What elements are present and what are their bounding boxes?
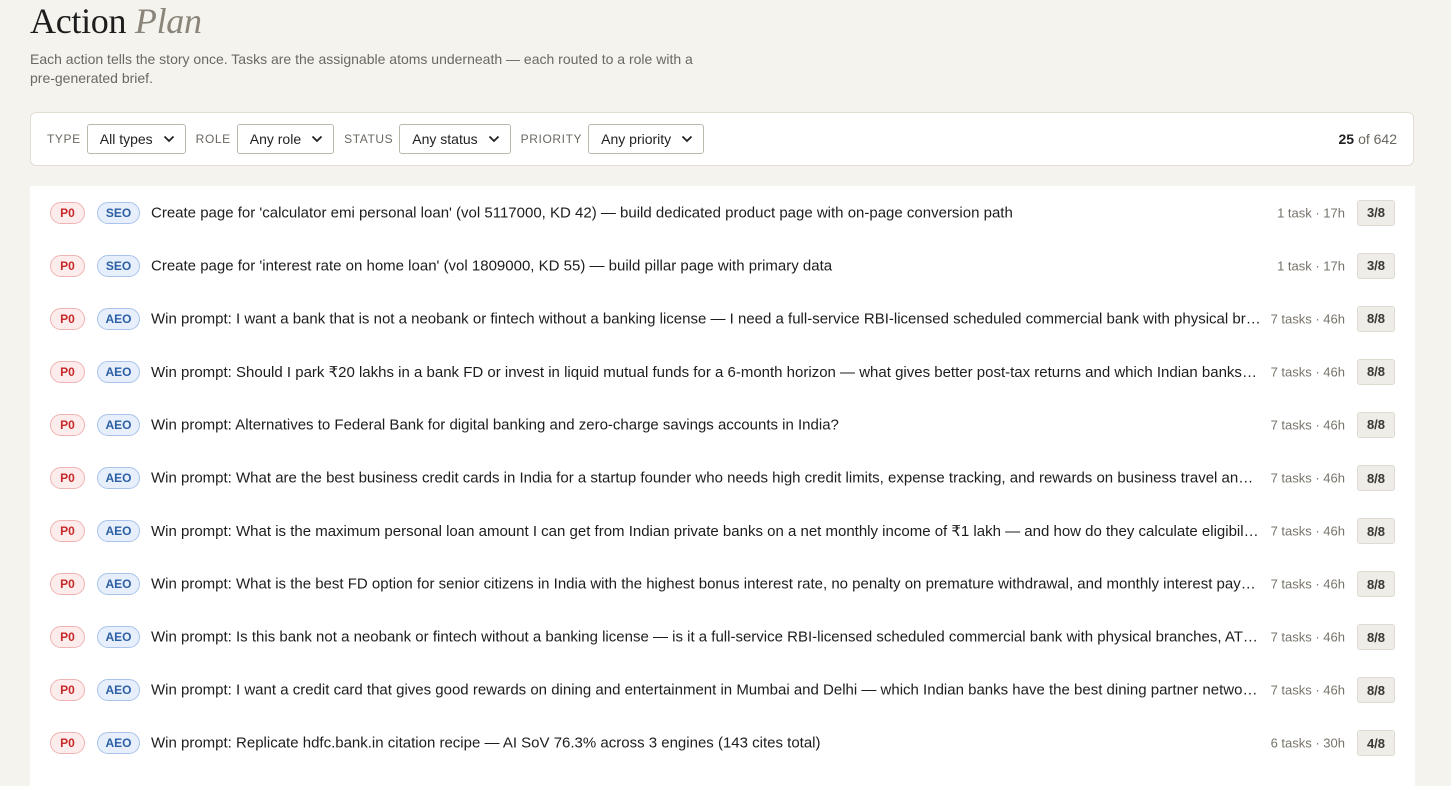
type-badge: SEO — [97, 254, 140, 277]
role-select[interactable]: Any role — [236, 124, 335, 154]
task-meta: 7 tasks · 46h — [1270, 682, 1345, 698]
type-select-value: All types — [99, 131, 153, 147]
priority-badge: P0 — [50, 732, 85, 755]
task-meta: 7 tasks · 46h — [1270, 523, 1345, 539]
action-row[interactable]: P0 AEO Win prompt: I want a credit card … — [30, 664, 1415, 717]
filter-bar: TYPE All types ROLE Any role STATUS Any … — [30, 112, 1414, 166]
task-meta: 1 task · 17h — [1277, 258, 1345, 274]
priority-badge: P0 — [50, 307, 85, 330]
score-badge: 3/8 — [1357, 199, 1395, 226]
score-badge: 8/8 — [1357, 677, 1395, 704]
score-badge: 8/8 — [1357, 465, 1395, 492]
page-subtitle: Each action tells the story once. Tasks … — [30, 51, 693, 86]
status-select-value: Any status — [412, 131, 478, 147]
score-badge: 8/8 — [1357, 358, 1395, 385]
action-row[interactable]: P0 AEO Win prompt: What is the maximum p… — [30, 505, 1415, 558]
score-badge: 8/8 — [1357, 411, 1395, 438]
chevron-down-icon — [163, 135, 175, 143]
action-title[interactable]: Win prompt: What is the best FD option f… — [151, 576, 1261, 593]
task-meta: 6 tasks · 30h — [1270, 735, 1345, 751]
action-title[interactable]: Win prompt: What is the maximum personal… — [151, 522, 1261, 540]
action-row[interactable]: P0 AEO Win prompt: I want a bank that is… — [30, 292, 1415, 345]
page-title-accent: Plan — [134, 1, 202, 41]
score-badge: 8/8 — [1357, 624, 1395, 651]
score-badge: 3/8 — [1357, 252, 1395, 279]
action-row[interactable]: P0 AEO Win prompt: Replicate hdfc.bank.i… — [30, 717, 1415, 770]
type-badge: SEO — [97, 201, 140, 224]
type-badge: AEO — [97, 520, 140, 543]
action-row[interactable]: P0 AEO Win prompt: What are the best bus… — [30, 451, 1415, 504]
action-row[interactable]: P0 AEO Win prompt: What is the best FD o… — [30, 558, 1415, 611]
priority-badge: P0 — [50, 679, 85, 702]
type-badge: AEO — [97, 413, 140, 436]
page-title: Action Plan — [30, 0, 730, 42]
priority-badge: P0 — [50, 520, 85, 543]
filter-priority: PRIORITY Any priority — [521, 124, 705, 154]
result-count: 25 of 642 — [1338, 131, 1397, 147]
priority-select[interactable]: Any priority — [588, 124, 705, 154]
action-row[interactable]: P0 SEO Create page for 'calculator emi p… — [30, 186, 1415, 239]
filter-priority-label: PRIORITY — [520, 132, 583, 146]
priority-badge: P0 — [50, 360, 85, 383]
task-meta: 1 task · 17h — [1277, 205, 1345, 221]
priority-badge: P0 — [50, 467, 85, 490]
action-title[interactable]: Win prompt: Should I park ₹20 lakhs in a… — [151, 363, 1261, 381]
type-badge: AEO — [97, 573, 140, 596]
filter-type: TYPE All types — [47, 124, 186, 154]
type-badge: AEO — [97, 732, 140, 755]
task-meta: 7 tasks · 46h — [1270, 629, 1345, 645]
task-meta: 7 tasks · 46h — [1270, 311, 1345, 327]
priority-badge: P0 — [50, 413, 85, 436]
type-badge: AEO — [97, 360, 140, 383]
action-row[interactable]: P0 AEO Win prompt: Alternatives to Feder… — [30, 398, 1415, 451]
filter-status: STATUS Any status — [344, 124, 511, 154]
filter-status-label: STATUS — [344, 132, 394, 146]
score-badge: 8/8 — [1357, 518, 1395, 545]
page-header: Action Plan Each action tells the story … — [30, 0, 730, 88]
priority-badge: P0 — [50, 573, 85, 596]
task-meta: 7 tasks · 46h — [1270, 417, 1345, 433]
role-select-value: Any role — [249, 131, 302, 147]
type-select[interactable]: All types — [86, 124, 186, 154]
action-title[interactable]: Win prompt: Is this bank not a neobank o… — [151, 629, 1261, 646]
status-select[interactable]: Any status — [399, 124, 511, 154]
score-badge: 8/8 — [1357, 571, 1395, 598]
action-title[interactable]: Win prompt: Alternatives to Federal Bank… — [151, 416, 1261, 433]
priority-badge: P0 — [50, 626, 85, 649]
action-title[interactable]: Win prompt: I want a credit card that gi… — [151, 682, 1261, 699]
type-badge: AEO — [97, 679, 140, 702]
priority-select-value: Any priority — [601, 131, 672, 147]
type-badge: AEO — [97, 307, 140, 330]
task-meta: 7 tasks · 46h — [1270, 470, 1345, 486]
task-meta: 7 tasks · 46h — [1270, 576, 1345, 592]
result-count-shown: 25 — [1338, 131, 1355, 147]
action-title[interactable]: Win prompt: I want a bank that is not a … — [151, 310, 1261, 327]
chevron-down-icon — [681, 135, 693, 143]
action-title[interactable]: Create page for 'interest rate on home l… — [151, 257, 1261, 274]
filter-role: ROLE Any role — [195, 124, 335, 154]
priority-badge: P0 — [50, 201, 85, 224]
action-row[interactable]: P0 AEO Win prompt: Should I park ₹20 lak… — [30, 345, 1415, 398]
type-badge: AEO — [97, 626, 140, 649]
action-title[interactable]: Create page for 'calculator emi personal… — [151, 204, 1261, 221]
task-meta: 7 tasks · 46h — [1270, 364, 1345, 380]
page-title-main: Action — [30, 1, 127, 41]
score-badge: 8/8 — [1357, 305, 1395, 332]
score-badge: 4/8 — [1357, 730, 1395, 757]
action-title[interactable]: Win prompt: Replicate hdfc.bank.in citat… — [151, 735, 1261, 752]
priority-badge: P0 — [50, 254, 85, 277]
filter-type-label: TYPE — [47, 132, 81, 146]
type-badge: AEO — [97, 467, 140, 490]
filter-role-label: ROLE — [195, 132, 231, 146]
chevron-down-icon — [311, 135, 323, 143]
result-count-total: of 642 — [1358, 131, 1397, 147]
action-row[interactable]: P0 AEO Win prompt: Is this bank not a ne… — [30, 611, 1415, 664]
action-list: P0 SEO Create page for 'calculator emi p… — [30, 186, 1415, 786]
action-title[interactable]: Win prompt: What are the best business c… — [151, 470, 1261, 487]
action-row[interactable]: P0 SEO Create page for 'interest rate on… — [30, 239, 1415, 292]
chevron-down-icon — [488, 135, 500, 143]
